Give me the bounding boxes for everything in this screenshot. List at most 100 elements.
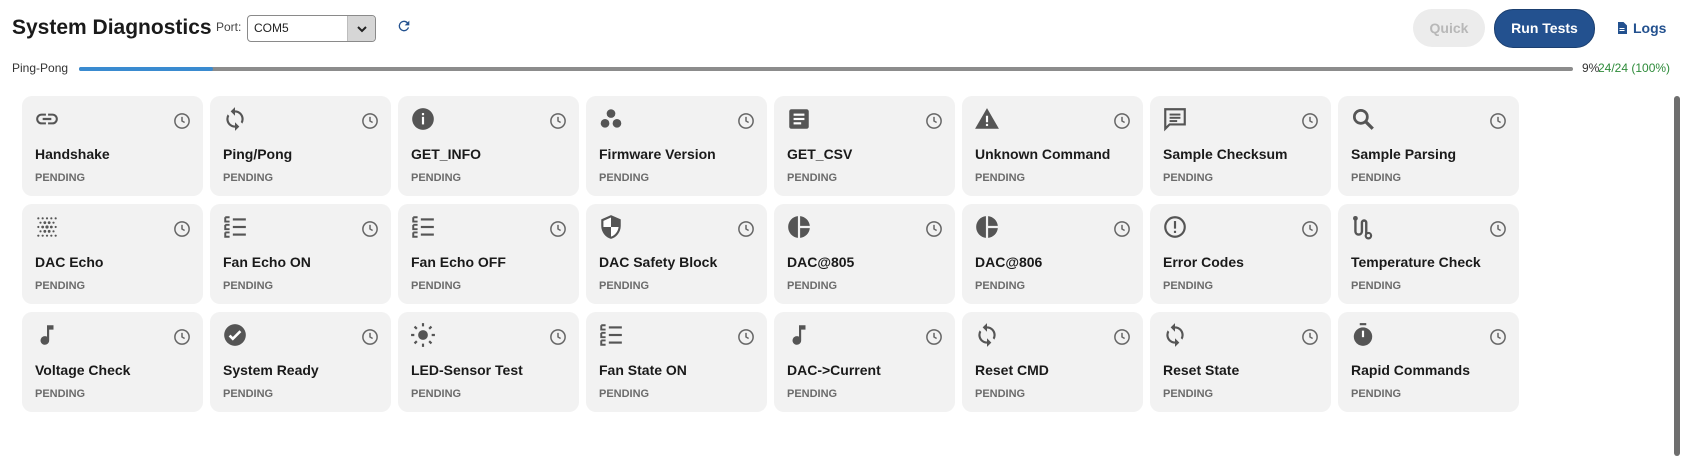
port-label: Port: [216, 20, 242, 34]
test-name: Voltage Check [35, 362, 131, 378]
error-icon [1162, 214, 1188, 240]
sync-icon [1162, 322, 1188, 348]
test-card[interactable]: DAC Safety Block PENDING [586, 204, 767, 304]
test-name: System Ready [223, 362, 319, 378]
checklist-icon [410, 214, 436, 240]
test-card[interactable]: Fan Echo ON PENDING [210, 204, 391, 304]
refresh-icon[interactable] [396, 18, 412, 34]
test-card[interactable]: Handshake PENDING [22, 96, 203, 196]
clock-icon [1301, 328, 1319, 346]
test-name: Temperature Check [1351, 254, 1481, 270]
clock-icon [1113, 328, 1131, 346]
clock-icon [173, 112, 191, 130]
test-card[interactable]: Reset CMD PENDING [962, 312, 1143, 412]
test-card[interactable]: Fan Echo OFF PENDING [398, 204, 579, 304]
test-name: DAC Echo [35, 254, 104, 270]
test-card[interactable]: LED-Sensor Test PENDING [398, 312, 579, 412]
test-card[interactable]: Sample Checksum PENDING [1150, 96, 1331, 196]
link-icon [34, 106, 60, 132]
test-card[interactable]: Voltage Check PENDING [22, 312, 203, 412]
test-name: DAC@805 [787, 254, 855, 270]
test-status: PENDING [1351, 172, 1402, 184]
test-card[interactable]: DAC@806 PENDING [962, 204, 1143, 304]
sync-icon [974, 322, 1000, 348]
test-card[interactable]: Unknown Command PENDING [962, 96, 1143, 196]
test-status: PENDING [787, 280, 838, 292]
logs-button[interactable]: Logs [1617, 18, 1666, 38]
test-card[interactable]: Sample Parsing PENDING [1338, 96, 1519, 196]
test-status: PENDING [1163, 172, 1214, 184]
test-name: Rapid Commands [1351, 362, 1471, 378]
page-title: System Diagnostics [12, 16, 212, 39]
test-card[interactable]: DAC Echo PENDING [22, 204, 203, 304]
test-name: Fan State ON [599, 362, 687, 378]
test-name: Reset State [1163, 362, 1240, 378]
progress-count: 24/24 (100%) [1598, 61, 1671, 75]
pie-chart-icon [786, 214, 812, 240]
run-tests-button[interactable]: Run Tests [1494, 9, 1595, 48]
clock-icon [549, 328, 567, 346]
test-card[interactable]: Reset State PENDING [1150, 312, 1331, 412]
clock-icon [1489, 112, 1507, 130]
test-card[interactable]: Firmware Version PENDING [586, 96, 767, 196]
scrollbar[interactable] [1674, 96, 1680, 456]
test-status: PENDING [1163, 388, 1214, 400]
test-status: PENDING [1351, 280, 1402, 292]
test-status: PENDING [599, 280, 650, 292]
test-card[interactable]: Fan State ON PENDING [586, 312, 767, 412]
timer-icon [1350, 322, 1376, 348]
chevron-down-icon[interactable] [347, 16, 375, 41]
test-card[interactable]: GET_INFO PENDING [398, 96, 579, 196]
test-name: DAC->Current [787, 362, 881, 378]
route-icon [1350, 214, 1376, 240]
check-circle-icon [222, 322, 248, 348]
logs-label: Logs [1633, 20, 1667, 36]
port-select-value: COM5 [254, 21, 289, 35]
test-name: Ping/Pong [223, 146, 293, 162]
clock-icon [737, 220, 755, 238]
test-card[interactable]: GET_CSV PENDING [774, 96, 955, 196]
progress-bar [79, 67, 1573, 71]
sun-icon [410, 322, 436, 348]
test-card[interactable]: System Ready PENDING [210, 312, 391, 412]
test-status: PENDING [599, 172, 650, 184]
test-name: Reset CMD [975, 362, 1049, 378]
message-icon [1162, 106, 1188, 132]
clock-icon [925, 220, 943, 238]
quick-button[interactable]: Quick [1413, 9, 1485, 47]
test-status: PENDING [975, 172, 1026, 184]
test-card[interactable]: DAC->Current PENDING [774, 312, 955, 412]
document-icon [786, 106, 812, 132]
test-card[interactable]: Ping/Pong PENDING [210, 96, 391, 196]
test-card[interactable]: Rapid Commands PENDING [1338, 312, 1519, 412]
clock-icon [1301, 112, 1319, 130]
shield-icon [598, 214, 624, 240]
clock-icon [737, 328, 755, 346]
clock-icon [1113, 220, 1131, 238]
clock-icon [1301, 220, 1319, 238]
clock-icon [1113, 112, 1131, 130]
clock-icon [361, 328, 379, 346]
test-name: Error Codes [1163, 254, 1244, 270]
grain-icon [34, 214, 60, 240]
clock-icon [173, 328, 191, 346]
progress-label: Ping-Pong [12, 61, 69, 75]
test-name: Fan Echo OFF [411, 254, 506, 270]
progress-percent: 9% [1582, 61, 1600, 75]
test-card[interactable]: Temperature Check PENDING [1338, 204, 1519, 304]
test-status: PENDING [223, 388, 274, 400]
test-status: PENDING [411, 388, 462, 400]
clock-icon [925, 328, 943, 346]
test-card[interactable]: DAC@805 PENDING [774, 204, 955, 304]
test-status: PENDING [35, 172, 86, 184]
test-card[interactable]: Error Codes PENDING [1150, 204, 1331, 304]
test-name: GET_CSV [787, 146, 853, 162]
test-name: Handshake [35, 146, 110, 162]
search-icon [1350, 106, 1376, 132]
port-select[interactable]: COM5 [247, 15, 376, 42]
test-status: PENDING [975, 388, 1026, 400]
test-name: Firmware Version [599, 146, 716, 162]
test-status: PENDING [787, 172, 838, 184]
test-name: LED-Sensor Test [411, 362, 523, 378]
test-name: Sample Parsing [1351, 146, 1457, 162]
